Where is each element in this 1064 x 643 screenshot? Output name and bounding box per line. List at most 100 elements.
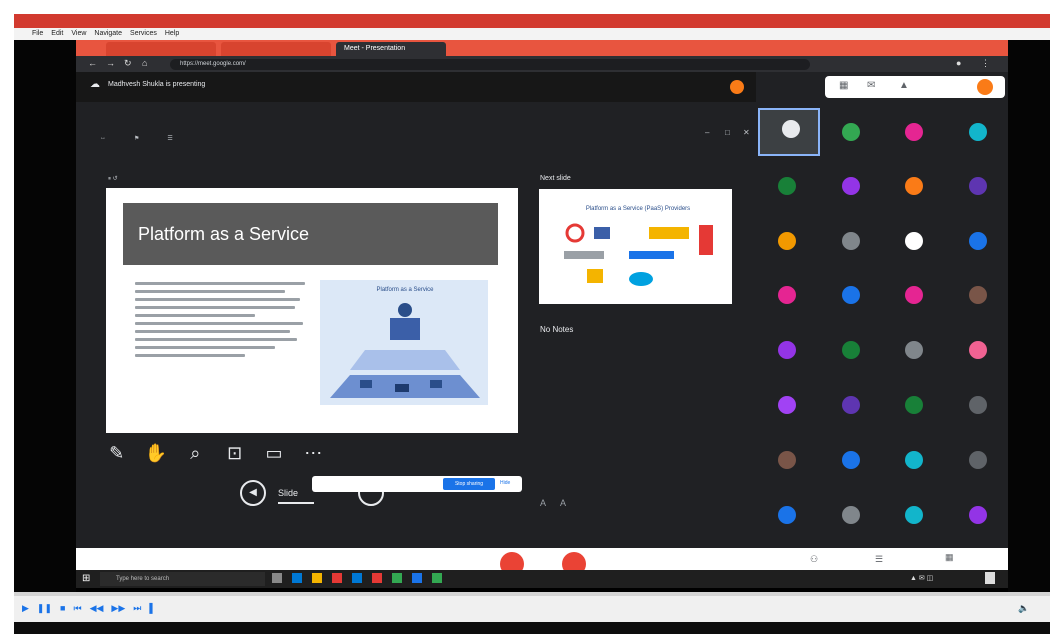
participant-avatar[interactable] (778, 396, 796, 414)
paas-illustration-graphic (330, 303, 480, 398)
participant-avatar[interactable] (905, 286, 923, 304)
participant-avatar[interactable] (905, 232, 923, 250)
grid-icon[interactable]: ▦ (839, 80, 848, 91)
taskview-icon[interactable] (272, 573, 282, 583)
participant-avatar[interactable] (905, 506, 923, 524)
stop-icon[interactable]: ■ (60, 603, 65, 614)
participant-avatar[interactable] (842, 286, 860, 304)
browser-tab-meet[interactable]: Meet - Presentation (336, 42, 446, 56)
participant-avatar[interactable] (969, 506, 987, 524)
participant-avatar[interactable] (842, 506, 860, 524)
app-icon[interactable] (412, 573, 422, 583)
participant-avatar[interactable] (905, 177, 923, 195)
zoom-icon[interactable]: ⌕ (184, 442, 207, 464)
participant-avatar[interactable] (905, 341, 923, 359)
more-icon[interactable]: ⋯ (302, 442, 325, 464)
prev-slide-button[interactable]: ◀ (240, 480, 266, 506)
participant-avatar[interactable] (969, 341, 987, 359)
participant-avatar[interactable] (842, 396, 860, 414)
participant-avatar[interactable] (969, 396, 987, 414)
play-icon[interactable]: ▶ (22, 603, 29, 614)
participant-avatar[interactable] (842, 232, 860, 250)
window-minimize-icon[interactable]: – (705, 128, 709, 137)
participant-avatar[interactable] (842, 177, 860, 195)
participant-avatar[interactable] (969, 286, 987, 304)
menu-navigate[interactable]: Navigate (94, 28, 122, 40)
app-icon[interactable] (432, 573, 442, 583)
pause-icon[interactable]: ❚❚ (37, 603, 52, 614)
menu-view[interactable]: View (71, 28, 86, 40)
participant-avatar[interactable] (969, 123, 987, 141)
participant-avatar[interactable] (905, 451, 923, 469)
forward-icon[interactable]: → (106, 58, 115, 68)
chat-panel-icon[interactable]: ☰ (875, 554, 883, 565)
participant-avatar[interactable] (778, 232, 796, 250)
browser-tab-2[interactable] (221, 42, 331, 56)
participant-avatar[interactable] (905, 396, 923, 414)
toolbar-item-2[interactable]: ⚑ (134, 135, 139, 147)
toolbar-item-1[interactable]: ↔ (100, 135, 106, 147)
presenting-text: Madhvesh Shukla is presenting (108, 81, 206, 88)
menu-help[interactable]: Help (165, 28, 179, 40)
user-avatar[interactable] (977, 79, 993, 95)
people-icon[interactable]: ⚇ (810, 554, 818, 565)
participant-avatar[interactable] (842, 341, 860, 359)
menu-edit[interactable]: Edit (51, 28, 63, 40)
frame-icon[interactable]: ▌ (149, 603, 155, 614)
back-icon[interactable]: ← (88, 58, 97, 68)
prev-icon[interactable]: ⏮ (73, 603, 81, 614)
notification-center-icon[interactable] (985, 572, 995, 584)
home-icon[interactable]: ⌂ (142, 58, 147, 68)
activities-panel-icon[interactable]: ▦ (945, 552, 954, 563)
participant-avatar[interactable] (778, 341, 796, 359)
self-video-tile[interactable] (758, 108, 820, 156)
next-icon[interactable]: ⏭ (133, 603, 141, 614)
store-icon[interactable] (352, 573, 362, 583)
screen-icon[interactable]: ▭ (262, 442, 285, 464)
system-tray[interactable]: ▲ ✉ ◫ (910, 574, 933, 582)
browser-tab-1[interactable] (106, 42, 216, 56)
participant-avatar[interactable] (842, 451, 860, 469)
paas-illustration (320, 280, 488, 405)
edge-icon[interactable] (292, 573, 302, 583)
notes-font-increase-icon[interactable]: A (560, 498, 566, 508)
participant-avatar[interactable] (905, 123, 923, 141)
app-icon[interactable] (332, 573, 342, 583)
chrome-icon[interactable] (372, 573, 382, 583)
url-bar[interactable]: https://meet.google.com/ (170, 59, 810, 70)
participant-avatar[interactable] (778, 506, 796, 524)
participant-avatar[interactable] (969, 451, 987, 469)
toolbar-item-3[interactable]: ☰ (167, 135, 172, 147)
window-close-icon[interactable]: ✕ (743, 128, 750, 137)
hide-popup-button[interactable]: Hide (500, 480, 510, 486)
menu-kebab-icon[interactable]: ⋮ (981, 58, 990, 69)
activities-icon[interactable]: ▲ (899, 80, 909, 91)
taskbar-search[interactable]: Type here to search (100, 572, 265, 586)
stop-sharing-button[interactable]: Stop sharing (443, 478, 495, 490)
laser-icon[interactable]: ✋ (144, 442, 167, 464)
profile-icon[interactable]: ● (956, 58, 961, 68)
participant-avatar[interactable] (778, 177, 796, 195)
window-maximize-icon[interactable]: □ (725, 128, 730, 137)
participant-avatar[interactable] (778, 451, 796, 469)
presenter-icon[interactable]: ⊡ (223, 442, 246, 464)
rewind-icon[interactable]: ◀◀ (90, 603, 104, 614)
chat-icon[interactable]: ✉ (867, 80, 875, 91)
menu-file[interactable]: File (32, 28, 43, 40)
app-icon[interactable] (392, 573, 402, 583)
participant-avatar[interactable] (778, 286, 796, 304)
bullet-line (135, 354, 245, 357)
notes-font-decrease-icon[interactable]: A (540, 498, 546, 508)
participant-avatar[interactable] (969, 232, 987, 250)
volume-icon[interactable]: 🔈 (1018, 603, 1029, 614)
participant-avatar[interactable] (842, 123, 860, 141)
speaker-notes: No Notes (540, 325, 574, 334)
pen-icon[interactable]: ✎ (105, 442, 128, 464)
menu-services[interactable]: Services (130, 28, 157, 40)
windows-start-icon[interactable]: ⊞ (82, 573, 90, 584)
participant-avatar[interactable] (969, 177, 987, 195)
forward-icon[interactable]: ▶▶ (111, 603, 125, 614)
seek-bar[interactable] (14, 592, 1050, 596)
explorer-icon[interactable] (312, 573, 322, 583)
reload-icon[interactable]: ↻ (124, 58, 132, 69)
